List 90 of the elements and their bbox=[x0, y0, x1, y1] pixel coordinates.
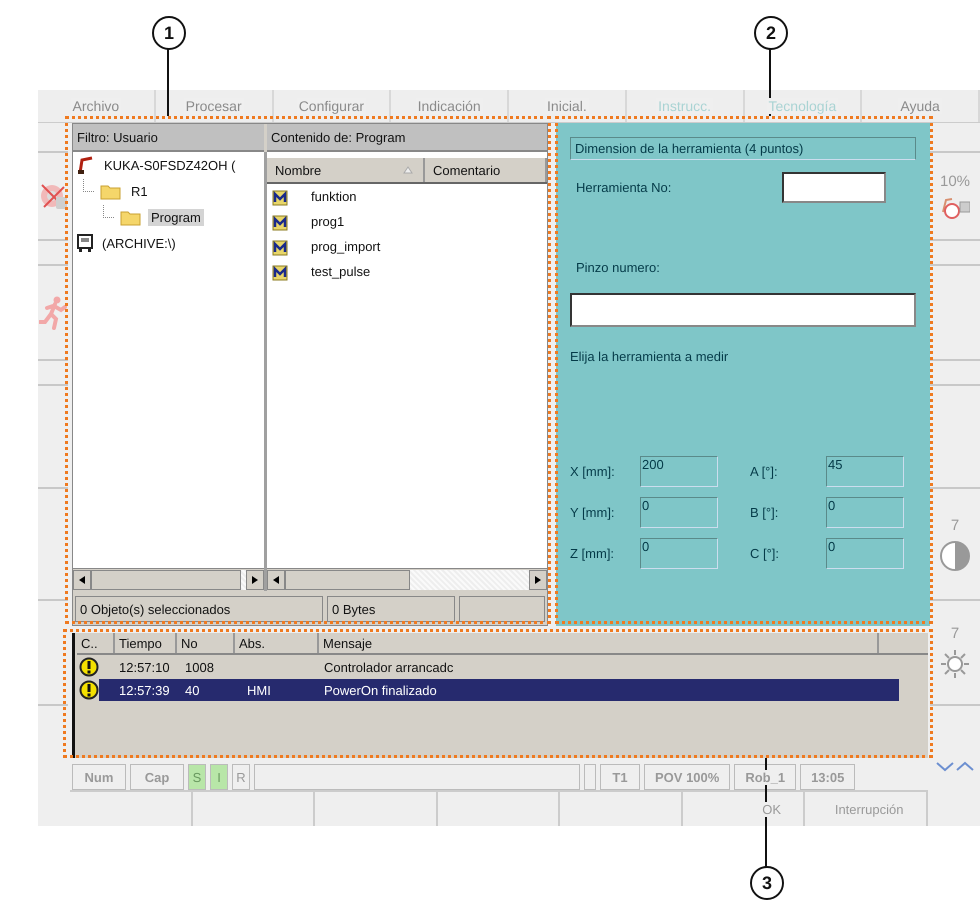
table-cell-text: 12:57:39 bbox=[118, 682, 171, 698]
speed-icon[interactable] bbox=[940, 196, 970, 220]
status-field: Rob_1 bbox=[734, 764, 796, 790]
dialog-title: Dimension de la herramienta (4 puntos) bbox=[570, 137, 916, 160]
scroll-thumb[interactable] bbox=[285, 570, 410, 590]
running-figure-icon[interactable] bbox=[39, 296, 67, 330]
status-text: 0 Objeto(s) seleccionados bbox=[75, 596, 323, 622]
file-name[interactable]: test_pulse bbox=[311, 264, 370, 279]
status-key: Num bbox=[72, 764, 126, 790]
table-cell-text: 12:57:10 bbox=[118, 660, 171, 674]
column-label: Nombre bbox=[275, 162, 322, 178]
value-field: 0 bbox=[640, 538, 718, 569]
program-file-icon bbox=[271, 238, 289, 256]
file-name[interactable]: prog1 bbox=[311, 214, 344, 229]
column-header[interactable]: C.. bbox=[77, 633, 115, 653]
robot-arm-icon bbox=[77, 156, 95, 174]
panel-header: Filtro: Usuario bbox=[73, 124, 264, 152]
tree-item[interactable]: Program bbox=[148, 208, 204, 226]
status-flag: R bbox=[232, 764, 250, 790]
warning-icon bbox=[79, 680, 99, 700]
horizontal-scrollbar[interactable] bbox=[267, 568, 547, 591]
right-arrow-icon[interactable] bbox=[252, 576, 258, 584]
table-cell: PowerOn finalizado bbox=[324, 682, 437, 698]
status-field: 13:05 bbox=[800, 764, 856, 790]
field-label: Z [mm]: bbox=[570, 546, 616, 561]
folder-icon bbox=[100, 182, 122, 200]
tree-item[interactable]: KUKA-S0FSDZ42OH ( bbox=[101, 156, 238, 174]
tree-item[interactable]: R1 bbox=[128, 182, 151, 200]
warning-icon bbox=[79, 657, 99, 677]
left-arrow-icon[interactable] bbox=[273, 576, 279, 584]
folder-icon bbox=[120, 208, 142, 226]
file-name[interactable]: funktion bbox=[311, 189, 357, 204]
field-label: C [°]: bbox=[750, 546, 780, 561]
brightness-value: 7 bbox=[950, 625, 960, 642]
right-arrow-icon[interactable] bbox=[535, 576, 541, 584]
scroll-thumb[interactable] bbox=[91, 570, 241, 590]
column-header[interactable]: No bbox=[177, 633, 235, 653]
panel-header: Contenido de: Program bbox=[267, 124, 547, 152]
tree-item[interactable]: (ARCHIVE:\) bbox=[99, 234, 179, 252]
field-label: B [°]: bbox=[750, 505, 780, 520]
column-header[interactable]: Tiempo bbox=[115, 633, 177, 653]
status-flag: S bbox=[188, 764, 206, 790]
chevron-icon[interactable] bbox=[935, 760, 975, 772]
contrast-value: 7 bbox=[950, 516, 960, 534]
value-field: 45 bbox=[826, 456, 904, 487]
message-row[interactable]: 12:57:39 40 HMI PowerOn finalizado bbox=[99, 679, 899, 701]
status-key: Cap bbox=[130, 764, 184, 790]
callout-number: 3 bbox=[750, 866, 784, 900]
message-row[interactable]: 12:57:10 1008 Controlador arrancadc bbox=[99, 656, 899, 678]
column-header[interactable]: Nombre bbox=[267, 158, 425, 182]
value-field: 0 bbox=[826, 538, 904, 569]
column-header[interactable]: Comentario bbox=[425, 158, 547, 182]
program-file-icon bbox=[271, 188, 289, 206]
column-header[interactable]: Mensaje bbox=[319, 633, 879, 653]
sun-icon[interactable] bbox=[939, 648, 971, 680]
field-label: Pinzo numero: bbox=[575, 260, 661, 275]
status-text: 0 Bytes bbox=[327, 596, 455, 622]
horizontal-scrollbar[interactable] bbox=[73, 568, 264, 591]
leader-line bbox=[769, 48, 771, 116]
leader-line bbox=[167, 48, 169, 116]
input-field[interactable] bbox=[782, 172, 886, 203]
override-value: 10% bbox=[940, 172, 970, 190]
input-field[interactable] bbox=[570, 293, 916, 327]
table-cell-text: 1008 bbox=[185, 660, 215, 674]
field-label: Y [mm]: bbox=[570, 505, 616, 520]
program-file-icon bbox=[271, 262, 289, 280]
field-label: X [mm]: bbox=[570, 464, 616, 479]
callout-number: 2 bbox=[754, 16, 788, 50]
program-file-icon bbox=[271, 212, 289, 230]
drive-icon bbox=[77, 234, 93, 252]
callout-number: 1 bbox=[152, 16, 186, 50]
column-label: Comentario bbox=[433, 162, 500, 178]
file-name[interactable]: prog_import bbox=[311, 239, 380, 254]
contrast-icon[interactable] bbox=[939, 540, 971, 572]
status-field: POV 100% bbox=[644, 764, 730, 790]
left-arrow-icon[interactable] bbox=[79, 576, 85, 584]
status-flag: I bbox=[210, 764, 228, 790]
status-field bbox=[584, 764, 596, 790]
field-label: A [°]: bbox=[750, 464, 779, 479]
scroll-track[interactable] bbox=[241, 570, 246, 590]
hint-text: Elija la herramienta a medir bbox=[570, 349, 730, 364]
value-field: 0 bbox=[640, 497, 718, 528]
table-cell: Controlador arrancadc bbox=[324, 660, 454, 674]
field-label: Herramienta No: bbox=[576, 180, 672, 195]
value-field: 200 bbox=[640, 456, 718, 487]
table-cell-text: 40 bbox=[185, 682, 200, 698]
column-header[interactable]: Abs. bbox=[235, 633, 319, 653]
value-field: 0 bbox=[826, 497, 904, 528]
table-cell: HMI bbox=[247, 682, 271, 698]
status-field: T1 bbox=[600, 764, 640, 790]
